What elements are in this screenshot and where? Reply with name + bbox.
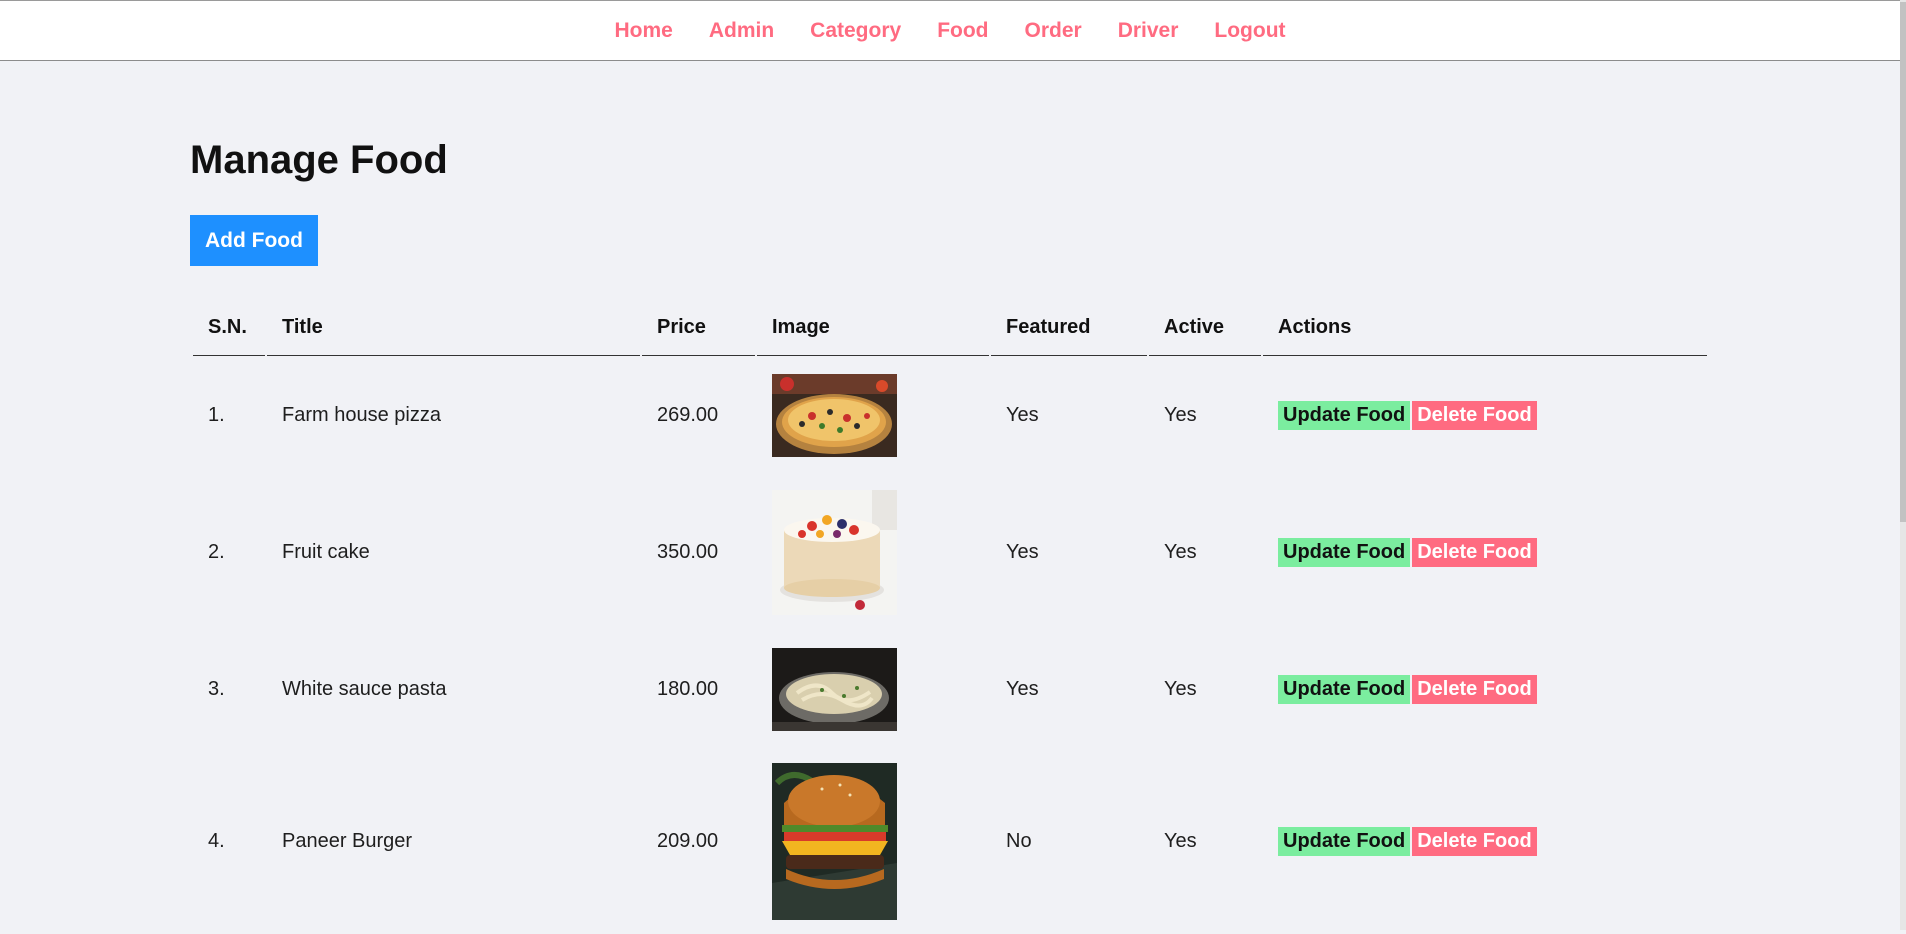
table-row: 3. White sauce pasta 180.00 Yes Yes Upda…: [193, 630, 1707, 748]
row-title: White sauce pasta: [282, 677, 447, 700]
table-header-row: S.N. Title Price Image Featured Active A…: [193, 299, 1707, 356]
row-active: Yes: [1164, 541, 1197, 563]
nav-category-link[interactable]: Category: [792, 1, 919, 60]
row-price: 269.00: [657, 404, 719, 426]
row-price: 180.00: [657, 677, 719, 700]
food-image-cake: [772, 490, 897, 615]
row-sn: 4.: [208, 829, 225, 852]
table-row: 4. Paneer Burger 209.00 No Yes Update Fo…: [193, 748, 1707, 934]
food-table: S.N. Title Price Image Featured Active A…: [191, 299, 1709, 934]
update-food-button[interactable]: Update Food: [1278, 401, 1411, 430]
nav-logout-link[interactable]: Logout: [1196, 1, 1303, 60]
header-price: Price: [642, 299, 755, 356]
row-sn: 3.: [208, 677, 225, 700]
row-featured: Yes: [1006, 677, 1039, 700]
nav-driver-link[interactable]: Driver: [1100, 1, 1197, 60]
add-food-button[interactable]: Add Food: [190, 215, 318, 266]
food-image-pasta: [772, 647, 897, 731]
row-actions: Update Food Delete Food: [1263, 748, 1707, 934]
nav-food-link[interactable]: Food: [919, 1, 1006, 60]
row-featured: Yes: [1006, 541, 1039, 563]
update-food-button[interactable]: Update Food: [1278, 826, 1411, 856]
row-title: Farm house pizza: [282, 404, 441, 426]
nav-order-link[interactable]: Order: [1007, 1, 1100, 60]
header-image: Image: [757, 299, 989, 356]
food-image-burger: [772, 762, 897, 920]
delete-food-button[interactable]: Delete Food: [1412, 401, 1537, 430]
table-row: 2. Fruit cake 350.00 Yes Yes Update Food…: [193, 475, 1707, 630]
header-title: Title: [267, 299, 640, 356]
row-title: Paneer Burger: [282, 829, 413, 852]
row-sn: 1.: [208, 404, 225, 426]
nav-home-link[interactable]: Home: [596, 1, 690, 60]
row-image-cell: [757, 356, 989, 475]
row-active: Yes: [1164, 829, 1197, 852]
row-image-cell: [757, 630, 989, 748]
top-menu: Home Admin Category Food Order Driver Lo…: [0, 0, 1900, 61]
food-image-pizza: [772, 374, 897, 457]
row-image-cell: [757, 475, 989, 630]
delete-food-button[interactable]: Delete Food: [1412, 826, 1537, 856]
row-price: 350.00: [657, 541, 719, 563]
header-active: Active: [1149, 299, 1261, 356]
row-actions: Update Food Delete Food: [1263, 630, 1707, 748]
row-price: 209.00: [657, 829, 719, 852]
main-content: Manage Food Add Food S.N. Title Price Im…: [190, 136, 1707, 920]
header-sn: S.N.: [193, 299, 265, 356]
row-image-cell: [757, 748, 989, 934]
row-active: Yes: [1164, 404, 1197, 426]
update-food-button[interactable]: Update Food: [1278, 538, 1411, 567]
delete-food-button[interactable]: Delete Food: [1412, 674, 1537, 704]
row-featured: No: [1006, 829, 1032, 852]
row-actions: Update Food Delete Food: [1263, 356, 1707, 475]
update-food-button[interactable]: Update Food: [1278, 674, 1411, 704]
scrollbar-thumb[interactable]: [1900, 2, 1906, 522]
header-featured: Featured: [991, 299, 1147, 356]
nav-list: Home Admin Category Food Order Driver Lo…: [596, 1, 1303, 60]
nav-admin-link[interactable]: Admin: [691, 1, 792, 60]
delete-food-button[interactable]: Delete Food: [1412, 538, 1537, 567]
page-title: Manage Food: [190, 138, 448, 182]
table-row: 1. Farm house pizza 269.00 Yes Yes Updat…: [193, 356, 1707, 475]
header-actions: Actions: [1263, 299, 1707, 356]
page-scrollbar[interactable]: [1900, 0, 1906, 930]
row-actions: Update Food Delete Food: [1263, 475, 1707, 630]
row-active: Yes: [1164, 677, 1197, 700]
row-featured: Yes: [1006, 404, 1039, 426]
row-title: Fruit cake: [282, 541, 370, 563]
row-sn: 2.: [208, 541, 225, 563]
